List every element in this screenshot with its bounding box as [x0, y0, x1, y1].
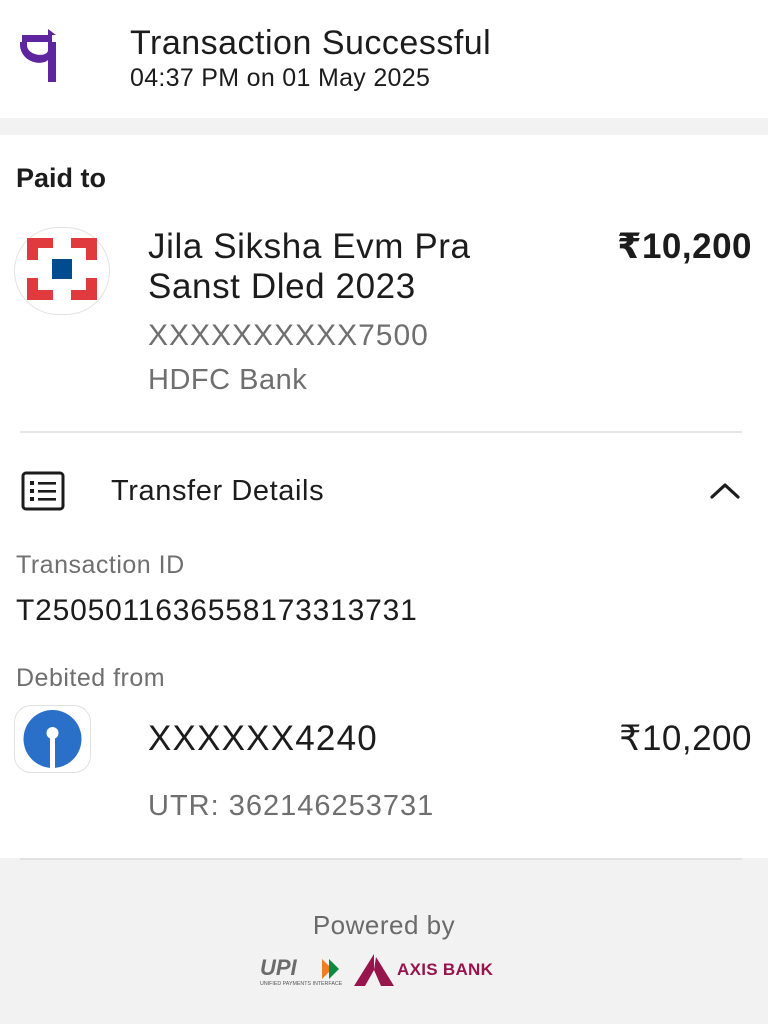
hdfc-logo-graphic: [27, 238, 97, 300]
upi-tagline: UNIFIED PAYMENTS INTERFACE: [260, 981, 343, 987]
header: Transaction Successful 04:37 PM on 01 Ma…: [0, 0, 768, 118]
transaction-datetime: 04:37 PM on 01 May 2025: [130, 64, 431, 92]
sbi-logo-graphic: [23, 710, 82, 768]
upi-logo-icon: UPI UNIFIED PAYMENTS INTERFACE: [260, 955, 343, 987]
utr-number[interactable]: UTR: 362146253731: [148, 790, 434, 823]
chevron-up-icon[interactable]: [706, 477, 744, 503]
axis-bank-logo-icon: [354, 954, 394, 986]
payee-account-number: XXXXXXXXXX7500: [148, 319, 429, 352]
transfer-details-toggle[interactable]: Transfer Details: [0, 455, 768, 529]
footer-divider: [20, 858, 742, 860]
debited-from-label: Debited from: [16, 664, 166, 692]
paid-to-label: Paid to: [16, 163, 107, 193]
payee-name: Jila Siksha Evm Pra Sanst Dled 2023: [148, 227, 471, 306]
payee-amount: ₹10,200: [617, 227, 752, 266]
payee-bank-name: HDFC Bank: [148, 364, 308, 396]
section-divider: [20, 431, 742, 433]
debit-account-number: XXXXXX4240: [148, 719, 378, 758]
partner-bank-name: AXIS BANK: [397, 960, 494, 979]
page-title: Transaction Successful: [130, 24, 492, 62]
debit-amount: ₹10,200: [619, 719, 752, 758]
powered-by-label: Powered by: [312, 910, 456, 940]
hdfc-bank-logo-icon: [15, 228, 109, 314]
sbi-logo-icon: [15, 706, 90, 772]
axis-bank-logo: AXIS BANK: [353, 953, 513, 987]
upi-logo-text: UPI: [260, 955, 298, 980]
transfer-details-title: Transfer Details: [111, 475, 325, 507]
transaction-id-label: Transaction ID: [16, 551, 185, 579]
transaction-receipt-page: Transaction Successful 04:37 PM on 01 Ma…: [0, 0, 768, 1024]
list-details-icon: [21, 471, 65, 511]
phonepe-logo-icon: [20, 29, 56, 82]
transaction-id-value[interactable]: T2505011636558173313731: [16, 594, 418, 628]
receipt-card: Paid to Jila Siksha Evm Pra Sanst Dled 2…: [0, 135, 768, 858]
